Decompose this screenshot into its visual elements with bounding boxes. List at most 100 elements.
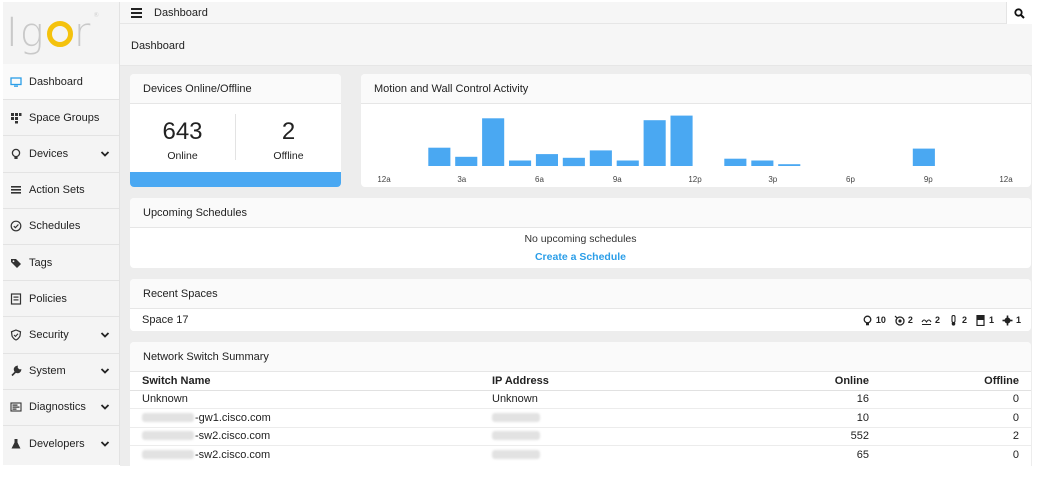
activity-bar[interactable]	[428, 147, 451, 166]
grid-icon	[9, 111, 23, 125]
x-tick-label: 9p	[924, 175, 933, 184]
activity-bar[interactable]	[616, 160, 639, 167]
flask-icon	[9, 437, 23, 451]
redacted-text	[142, 450, 194, 459]
create-schedule-link[interactable]: Create a Schedule	[535, 251, 626, 263]
logo-text-right: r	[73, 10, 93, 56]
chevron-down-icon[interactable]	[100, 366, 110, 376]
activity-bar[interactable]	[912, 148, 935, 166]
x-tick-label: 3a	[457, 175, 466, 184]
sidebar-item-system[interactable]: System	[3, 353, 119, 390]
sidebar-item-schedules[interactable]: Schedules	[3, 208, 119, 245]
sidebar-item-developers[interactable]: Developers	[3, 425, 119, 463]
online-cell: 16	[760, 390, 881, 409]
light-count: 10	[862, 315, 886, 326]
activity-bar[interactable]	[535, 154, 558, 166]
offline-cell: 2	[881, 427, 1031, 446]
redacted-text	[492, 431, 540, 441]
online-cell: 65	[856, 449, 869, 461]
sidebar-item-label: Tags	[29, 256, 53, 269]
sidebar-item-dashboard[interactable]: Dashboard	[3, 64, 119, 101]
activity-bar[interactable]	[455, 156, 478, 166]
wrench-icon	[9, 364, 23, 378]
document-icon	[9, 292, 23, 306]
sidebar-item-label: System	[29, 365, 66, 378]
activity-bar[interactable]	[589, 150, 612, 166]
sidebar-item-tags[interactable]: Tags	[3, 244, 119, 282]
dashboard-content: Devices Online/Offline 643 Online 2 Offl…	[120, 66, 1032, 466]
x-tick-label: 3p	[768, 175, 777, 184]
top-bar: Dashboard	[120, 2, 1032, 24]
switch-name-cell: -sw2.cisco.com	[130, 446, 480, 465]
search-button[interactable]	[1006, 2, 1032, 24]
sidebar-item-label: Policies	[29, 292, 67, 305]
redacted-text	[142, 412, 194, 422]
activity-bar[interactable]	[751, 160, 774, 167]
devices-online-offline-card: Devices Online/Offline 643 Online 2 Offl…	[130, 74, 341, 187]
card-title: Network Switch Summary	[130, 342, 1031, 372]
shield-icon	[9, 328, 23, 342]
daylight-sensor-icon	[921, 318, 932, 325]
igor-logo[interactable]: Ig r®	[3, 2, 119, 64]
chevron-down-icon[interactable]	[100, 330, 110, 340]
table-row[interactable]: Unknown Unknown 16 0	[130, 390, 1031, 409]
sidebar-item-action-sets[interactable]: Action Sets	[3, 172, 119, 209]
table-row[interactable]: -sw2.cisco.com 65 0	[130, 446, 1031, 465]
column-header-online[interactable]: Online	[760, 372, 881, 391]
x-tick-label: 12a	[999, 175, 1013, 184]
switch-name-cell: Unknown	[130, 390, 480, 409]
page-title: Dashboard	[131, 40, 185, 52]
thermometer-icon	[951, 314, 956, 326]
column-header-ip-address[interactable]: IP Address	[480, 372, 760, 391]
chevron-down-icon[interactable]	[100, 439, 110, 449]
redacted-text	[142, 431, 194, 441]
online-cell: 552	[760, 427, 881, 446]
motion-sensor-icon	[894, 315, 905, 326]
column-header-offline[interactable]: Offline	[881, 372, 1031, 391]
logo-registered-mark: ®	[93, 12, 102, 19]
online-cell: 10	[760, 408, 881, 428]
card-title: Motion and Wall Control Activity	[361, 74, 1031, 104]
switch-table: Switch Name IP Address Online Offline Un…	[130, 372, 1031, 464]
sidebar-item-label: Devices	[29, 147, 69, 160]
card-title: Devices Online/Offline	[130, 74, 341, 104]
recent-spaces-card: Recent Spaces Space 17 10 2 2 2 1 1	[130, 279, 1031, 331]
chart-list-icon	[9, 400, 23, 414]
sidebar-item-diagnostics[interactable]: Diagnostics	[3, 389, 119, 426]
table-row[interactable]: -sw2.cisco.com 552 2	[130, 427, 1031, 446]
table-row[interactable]: -gw1.cisco.com 10 0	[130, 408, 1031, 428]
sidebar: Ig r® Dashboard Space Groups Devices Acti…	[3, 2, 120, 465]
sidebar-item-space-groups[interactable]: Space Groups	[3, 100, 119, 137]
empty-state-text: No upcoming schedules	[524, 233, 637, 245]
activity-bar[interactable]	[670, 115, 693, 166]
space-row[interactable]: Space 17 10 2 2 2 1 1	[130, 309, 1031, 331]
logo-o-mark	[46, 21, 73, 47]
sidebar-item-devices[interactable]: Devices	[3, 136, 119, 173]
activity-bar[interactable]	[778, 164, 801, 166]
activity-bar[interactable]	[482, 118, 505, 166]
page-header: Dashboard	[120, 24, 1032, 66]
hamburger-menu-icon[interactable]	[131, 6, 145, 20]
ip-address-cell	[480, 408, 760, 428]
activity-bar[interactable]	[562, 157, 585, 167]
search-icon	[1014, 7, 1025, 19]
thermostat-count: 2	[948, 314, 967, 326]
sidebar-item-security[interactable]: Security	[3, 317, 119, 354]
chevron-down-icon[interactable]	[100, 402, 110, 412]
upcoming-schedules-card: Upcoming Schedules No upcoming schedules…	[130, 198, 1031, 268]
x-tick-label: 6a	[535, 175, 544, 184]
online-count: 643	[162, 118, 203, 145]
motion-sensor-count: 2	[894, 315, 913, 326]
ip-address-cell: Unknown	[480, 390, 760, 409]
table-header-row: Switch Name IP Address Online Offline	[130, 372, 1031, 391]
tag-icon	[9, 256, 23, 270]
online-ratio-bar	[130, 172, 341, 187]
activity-bar[interactable]	[643, 120, 666, 166]
column-header-switch-name[interactable]: Switch Name	[130, 372, 480, 391]
activity-bar[interactable]	[724, 158, 747, 166]
network-switch-summary-card: Network Switch Summary Switch Name IP Ad…	[130, 342, 1031, 466]
activity-bar[interactable]	[509, 160, 532, 167]
chevron-down-icon[interactable]	[100, 149, 110, 159]
sidebar-item-policies[interactable]: Policies	[3, 281, 119, 318]
clock-icon	[9, 219, 23, 233]
